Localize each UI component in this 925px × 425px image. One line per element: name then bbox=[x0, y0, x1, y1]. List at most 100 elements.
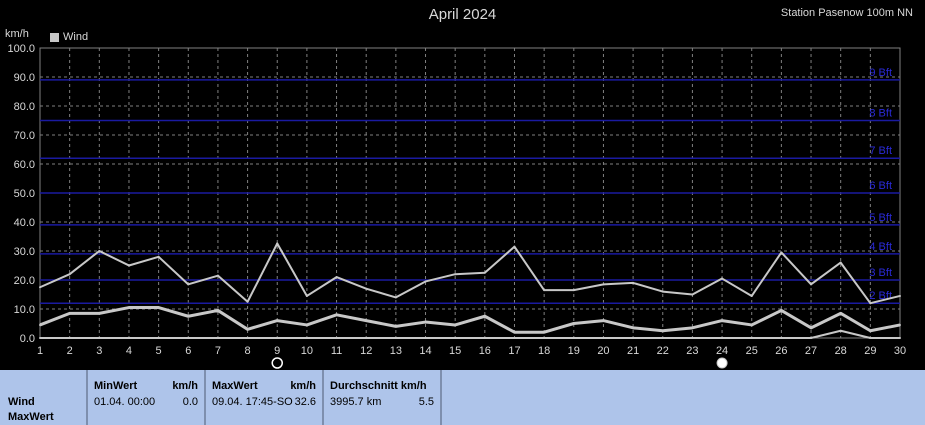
data-point-mean bbox=[810, 326, 813, 329]
max-header: MaxWert bbox=[212, 380, 258, 392]
data-point-max bbox=[721, 277, 724, 280]
x-tick-label: 8 bbox=[245, 345, 251, 357]
data-point-mean bbox=[691, 326, 694, 329]
x-tick-label: 14 bbox=[419, 345, 431, 357]
x-tick-label: 30 bbox=[894, 345, 906, 357]
data-point-max bbox=[543, 289, 546, 292]
data-point-min bbox=[305, 337, 308, 339]
avg-distance: 3995.7 km bbox=[330, 396, 382, 408]
data-point-max bbox=[68, 273, 71, 276]
data-point-min bbox=[661, 337, 664, 339]
max-unit: km/h bbox=[290, 380, 316, 392]
data-point-mean bbox=[276, 319, 279, 322]
x-tick-label: 11 bbox=[331, 345, 342, 357]
data-point-max bbox=[454, 273, 457, 276]
data-point-mean bbox=[39, 323, 41, 326]
data-point-max bbox=[483, 271, 486, 274]
series-line-mean bbox=[39, 306, 901, 334]
data-point-mean bbox=[305, 323, 308, 326]
x-tick-label: 21 bbox=[627, 345, 639, 357]
data-point-mean bbox=[127, 306, 130, 309]
data-point-min bbox=[839, 329, 842, 332]
data-point-mean bbox=[513, 331, 516, 334]
data-point-max bbox=[899, 294, 901, 297]
data-point-mean bbox=[721, 319, 724, 322]
data-point-max bbox=[276, 242, 279, 245]
data-point-max bbox=[305, 294, 308, 297]
beaufort-label: 6 Bft bbox=[869, 180, 892, 192]
data-point-min bbox=[721, 337, 724, 339]
data-point-mean bbox=[572, 322, 575, 325]
data-point-max bbox=[632, 281, 635, 284]
x-tick-label: 16 bbox=[479, 345, 491, 357]
y-tick-label: 20.0 bbox=[14, 275, 35, 287]
data-point-mean bbox=[454, 323, 457, 326]
data-point-mean bbox=[157, 306, 160, 309]
data-point-max bbox=[216, 274, 219, 277]
x-tick-label: 17 bbox=[508, 345, 520, 357]
avg-cell: Durchschnitt km/h 3995.7 km 5.5 bbox=[324, 370, 442, 425]
data-point-max bbox=[246, 300, 249, 303]
y-tick-label: 100.0 bbox=[7, 43, 35, 55]
beaufort-label: 9 Bft bbox=[869, 67, 892, 79]
min-unit: km/h bbox=[172, 380, 198, 392]
x-tick-label: 19 bbox=[568, 345, 580, 357]
data-point-min bbox=[869, 337, 872, 339]
data-point-max bbox=[513, 245, 516, 248]
avg-header: Durchschnitt km/h bbox=[330, 380, 427, 392]
data-point-max bbox=[750, 294, 753, 297]
data-point-min bbox=[216, 337, 219, 339]
data-point-max bbox=[365, 287, 368, 290]
beaufort-label: 8 Bft bbox=[869, 108, 892, 120]
y-tick-label: 30.0 bbox=[14, 246, 35, 258]
data-point-mean bbox=[68, 312, 71, 315]
data-point-mean bbox=[661, 329, 664, 332]
x-tick-label: 2 bbox=[67, 345, 73, 357]
y-tick-label: 90.0 bbox=[14, 72, 35, 84]
chart-area: 0.0 10.0 20.0 30.0 40.0 50.0 60.0 70.0 80.0 90.0 1… bbox=[0, 0, 925, 370]
data-point-max bbox=[691, 293, 694, 296]
data-point-min bbox=[127, 337, 130, 339]
row-label-maxwert: MaxWert bbox=[8, 411, 54, 423]
data-point-min bbox=[780, 337, 783, 339]
x-tick-label: 24 bbox=[716, 345, 728, 357]
wind-chart: 0.0 10.0 20.0 30.0 40.0 50.0 60.0 70.0 80.0 90.0 1… bbox=[7, 43, 906, 369]
station-label: Station Pasenow 100m NN bbox=[780, 7, 913, 19]
legend-swatch bbox=[50, 32, 59, 42]
min-value: 0.0 bbox=[182, 396, 198, 408]
data-point-min bbox=[483, 337, 486, 339]
y-tick-label: 60.0 bbox=[14, 159, 35, 171]
data-point-mean bbox=[246, 328, 249, 331]
avg-value: 5.5 bbox=[418, 396, 434, 408]
y-tick-label: 40.0 bbox=[14, 217, 35, 229]
data-point-max bbox=[572, 289, 575, 292]
data-point-mean bbox=[483, 315, 486, 318]
row-label-cell: Wind MaxWert bbox=[0, 370, 88, 425]
y-tick-label: 80.0 bbox=[14, 101, 35, 113]
x-tick-label: 22 bbox=[657, 345, 669, 357]
max-value: 32.6 bbox=[294, 396, 316, 408]
data-point-mean bbox=[750, 323, 753, 326]
max-cell: MaxWert km/h 09.04. 17:45-SO 32.6 bbox=[206, 370, 324, 425]
data-point-max bbox=[127, 264, 130, 267]
x-tick-label: 20 bbox=[597, 345, 609, 357]
data-point-min bbox=[750, 337, 753, 339]
data-point-max bbox=[869, 302, 872, 305]
data-point-min bbox=[276, 337, 279, 339]
x-tick-label: 1 bbox=[37, 345, 43, 357]
beaufort-label: 5 Bft bbox=[869, 212, 892, 224]
legend: Wind bbox=[50, 31, 88, 43]
data-point-mean bbox=[187, 315, 190, 318]
data-point-max bbox=[839, 261, 842, 264]
data-point-mean bbox=[543, 331, 546, 334]
data-point-max bbox=[335, 276, 338, 279]
beaufort-label: 4 Bft bbox=[869, 241, 892, 253]
x-tick-label: 9 bbox=[274, 345, 280, 357]
data-point-min bbox=[691, 337, 694, 339]
data-point-max bbox=[602, 283, 605, 286]
data-point-min bbox=[602, 337, 605, 339]
data-point-min bbox=[543, 337, 546, 339]
data-point-min bbox=[335, 337, 338, 339]
x-tick-label: 28 bbox=[835, 345, 847, 357]
min-header: MinWert bbox=[94, 380, 138, 392]
